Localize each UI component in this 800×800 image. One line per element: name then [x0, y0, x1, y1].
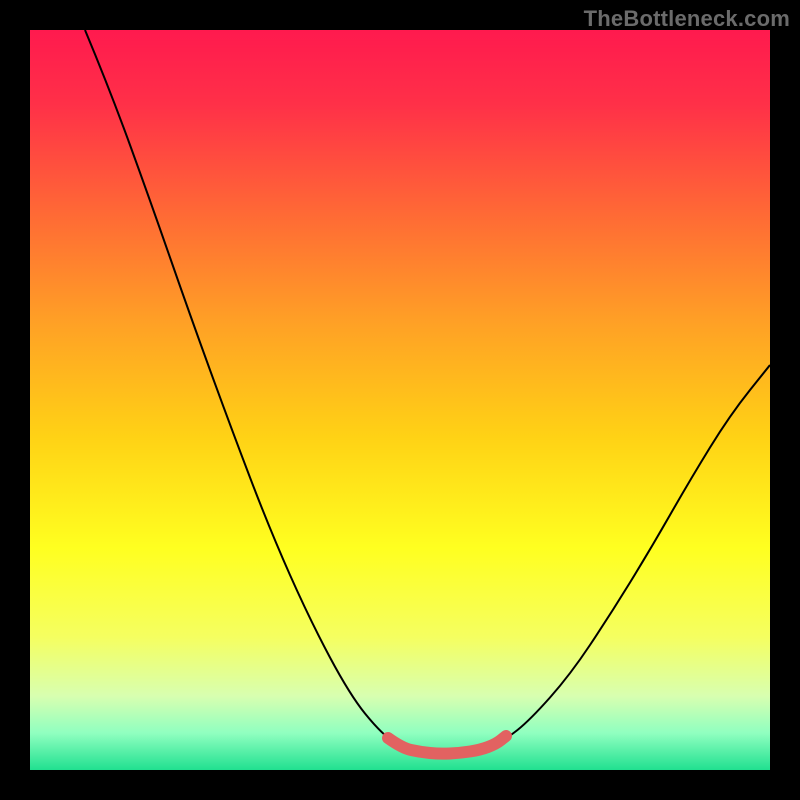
chart-frame: TheBottleneck.com: [0, 0, 800, 800]
watermark-text: TheBottleneck.com: [584, 6, 790, 32]
bottleneck-curve: [85, 30, 770, 753]
trough-highlight: [388, 736, 506, 754]
curve-layer: [30, 30, 770, 770]
plot-area: [30, 30, 770, 770]
